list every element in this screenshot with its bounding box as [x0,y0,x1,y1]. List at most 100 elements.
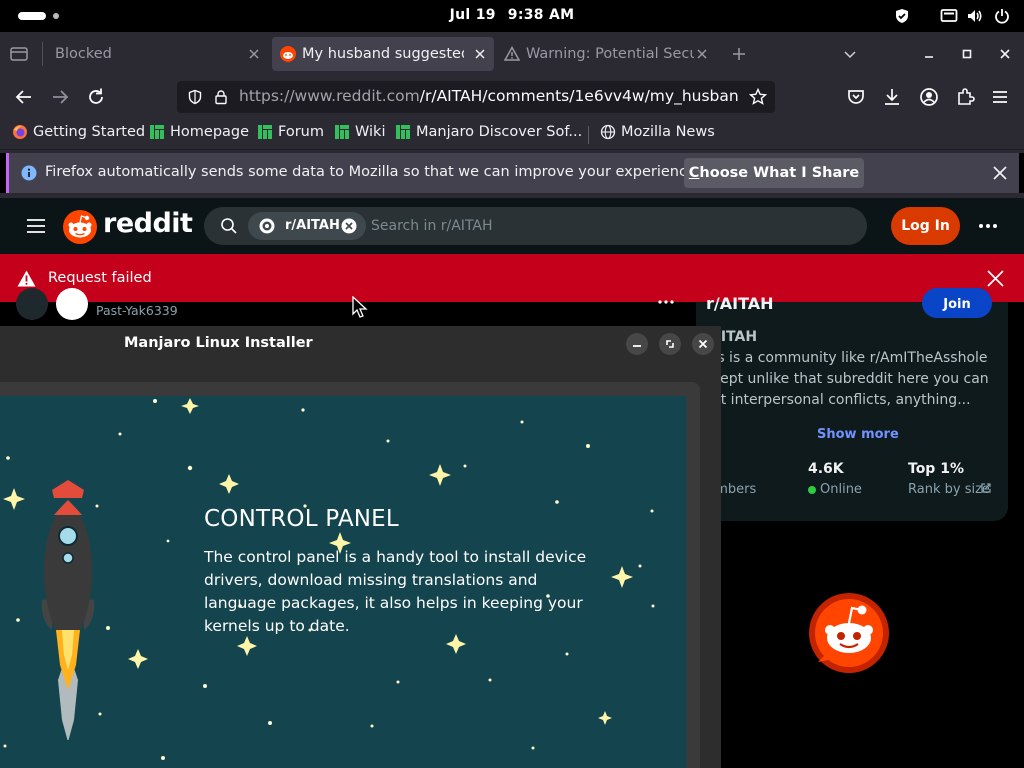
tab-overview-icon[interactable] [10,46,28,62]
bookmark-homepage[interactable]: Homepage [149,124,249,140]
installer-title: Manjaro Linux Installer [124,335,313,351]
tab-warning[interactable]: Warning: Potential Secu [498,37,716,71]
screen-icon [940,9,958,22]
choose-what-i-share-button[interactable]: Choose What I Share [684,158,864,188]
search-icon [221,218,237,234]
back-button[interactable] [16,288,48,320]
online-count: 4.6K [808,461,844,477]
bookmark-mozilla-news[interactable]: Mozilla News [600,124,715,140]
external-link-icon[interactable] [980,482,992,494]
url-text[interactable]: https://www.reddit.com/r/AITAH/comments/… [239,87,739,105]
join-label: Join [943,297,971,312]
reddit-search-bar[interactable]: r/AITAH Search in r/AITAH [204,207,867,245]
desktop-screen: { "system": { "date": "Jul 19", "time": … [0,0,1024,768]
community-sidebar: r/AITAH Join AITAH This is a community l… [696,288,1008,521]
community-description-line: This is a community like r/AmITheAsshole [696,350,988,366]
warning-icon [504,46,520,61]
installer-minimize-button[interactable] [626,333,648,355]
close-window-icon[interactable] [998,47,1012,61]
shield-icon [896,9,908,23]
close-icon[interactable] [991,164,1009,182]
firefox-icon [13,125,27,139]
pocket-icon[interactable] [844,85,868,109]
login-button[interactable]: Log In [891,207,960,245]
address-bar[interactable]: https://www.reddit.com/r/AITAH/comments/… [177,81,775,113]
close-icon[interactable] [246,46,262,62]
system-tray[interactable] [894,7,1010,25]
warning-icon [17,270,36,287]
reload-icon[interactable] [84,85,108,109]
bookmark-forum[interactable]: Forum [257,124,324,140]
join-button[interactable]: Join [922,288,992,318]
list-tabs-icon[interactable] [842,46,858,62]
reddit-wordmark[interactable]: reddit [103,208,193,239]
tab-active[interactable]: My husband suggested [272,37,494,71]
remove-filter-icon[interactable] [341,218,357,234]
back-icon[interactable] [12,85,36,109]
downloads-icon[interactable] [880,85,904,109]
bookmark-label: Wiki [355,124,386,140]
community-name[interactable]: r/AITAH [706,294,774,313]
close-icon[interactable] [694,46,710,62]
system-top-bar: Jul 19 9:38 AM [0,0,1024,32]
installer-close-button[interactable] [692,333,714,355]
subreddit-filter-chip[interactable]: r/AITAH [248,212,366,240]
lock-icon[interactable] [213,89,229,105]
close-icon[interactable] [472,46,488,62]
reddit-favicon-icon [280,46,296,62]
manjaro-icon [396,125,410,139]
rank-label: Rank by size [908,482,990,497]
show-more-link[interactable]: Show more [817,427,899,442]
installer-maximize-button[interactable] [659,333,681,355]
bookmark-label: Getting Started [33,124,146,140]
snoo-avatar-icon[interactable] [808,592,890,674]
minimize-icon [633,345,641,347]
bookmarks-toolbar: Getting Started Homepage Forum Wiki Manj… [0,118,1024,150]
tab-label: Warning: Potential Secu [526,46,694,62]
author-avatar[interactable] [56,288,88,320]
new-tab-icon[interactable] [731,46,747,62]
bookmark-label: Mozilla News [621,124,715,140]
power-icon [995,9,1009,24]
account-icon[interactable] [917,85,941,109]
slide-title: CONTROL PANEL [204,506,399,532]
reddit-logo-icon[interactable] [63,210,97,244]
clock-date: Jul 19 [449,7,496,23]
post-author[interactable]: Past-Yak6339 [96,303,178,318]
subreddit-icon [259,218,275,234]
bookmark-label: Homepage [170,124,250,140]
minimize-icon[interactable] [922,47,936,61]
request-failed-banner: Request failed [0,254,1024,302]
notification-text: Firefox automatically sends some data to… [45,164,701,180]
menu-icon[interactable] [988,85,1012,109]
bookmark-wiki[interactable]: Wiki [334,124,385,140]
close-icon [698,339,708,349]
forward-icon[interactable] [48,85,72,109]
url-path: /r/AITAH/comments/1e6vv4w/my_husband_su [419,87,739,105]
maximize-icon[interactable] [960,47,974,61]
rocket-illustration [41,480,95,740]
hamburger-menu-icon[interactable] [26,216,46,236]
bookmark-label: Forum [278,124,324,140]
tab-label: My husband suggested [302,46,464,62]
error-message: Request failed [48,270,152,286]
more-options-icon[interactable] [978,222,998,230]
info-icon [21,165,37,181]
maximize-icon [666,340,674,348]
clock[interactable]: Jul 19 9:38 AM [0,7,1024,23]
volume-icon [968,10,982,22]
installer-titlebar[interactable]: Manjaro Linux Installer [0,326,721,362]
bookmark-getting-started[interactable]: Getting Started [12,124,145,140]
rank-value: Top 1% [908,461,964,477]
close-icon[interactable] [986,269,1005,288]
post-options-icon[interactable] [658,299,674,305]
tracking-shield-icon[interactable] [187,89,203,105]
bookmark-manjaro-discover[interactable]: Manjaro Discover Sof... [395,124,582,140]
tab-blocked[interactable]: Blocked [44,37,268,71]
bookmark-star-icon[interactable] [749,88,767,106]
data-collection-notification: Firefox automatically sends some data to… [6,153,1019,193]
online-dot [808,486,816,494]
clock-time: 9:38 AM [507,7,575,23]
extensions-icon[interactable] [953,85,977,109]
globe-icon [600,124,616,140]
